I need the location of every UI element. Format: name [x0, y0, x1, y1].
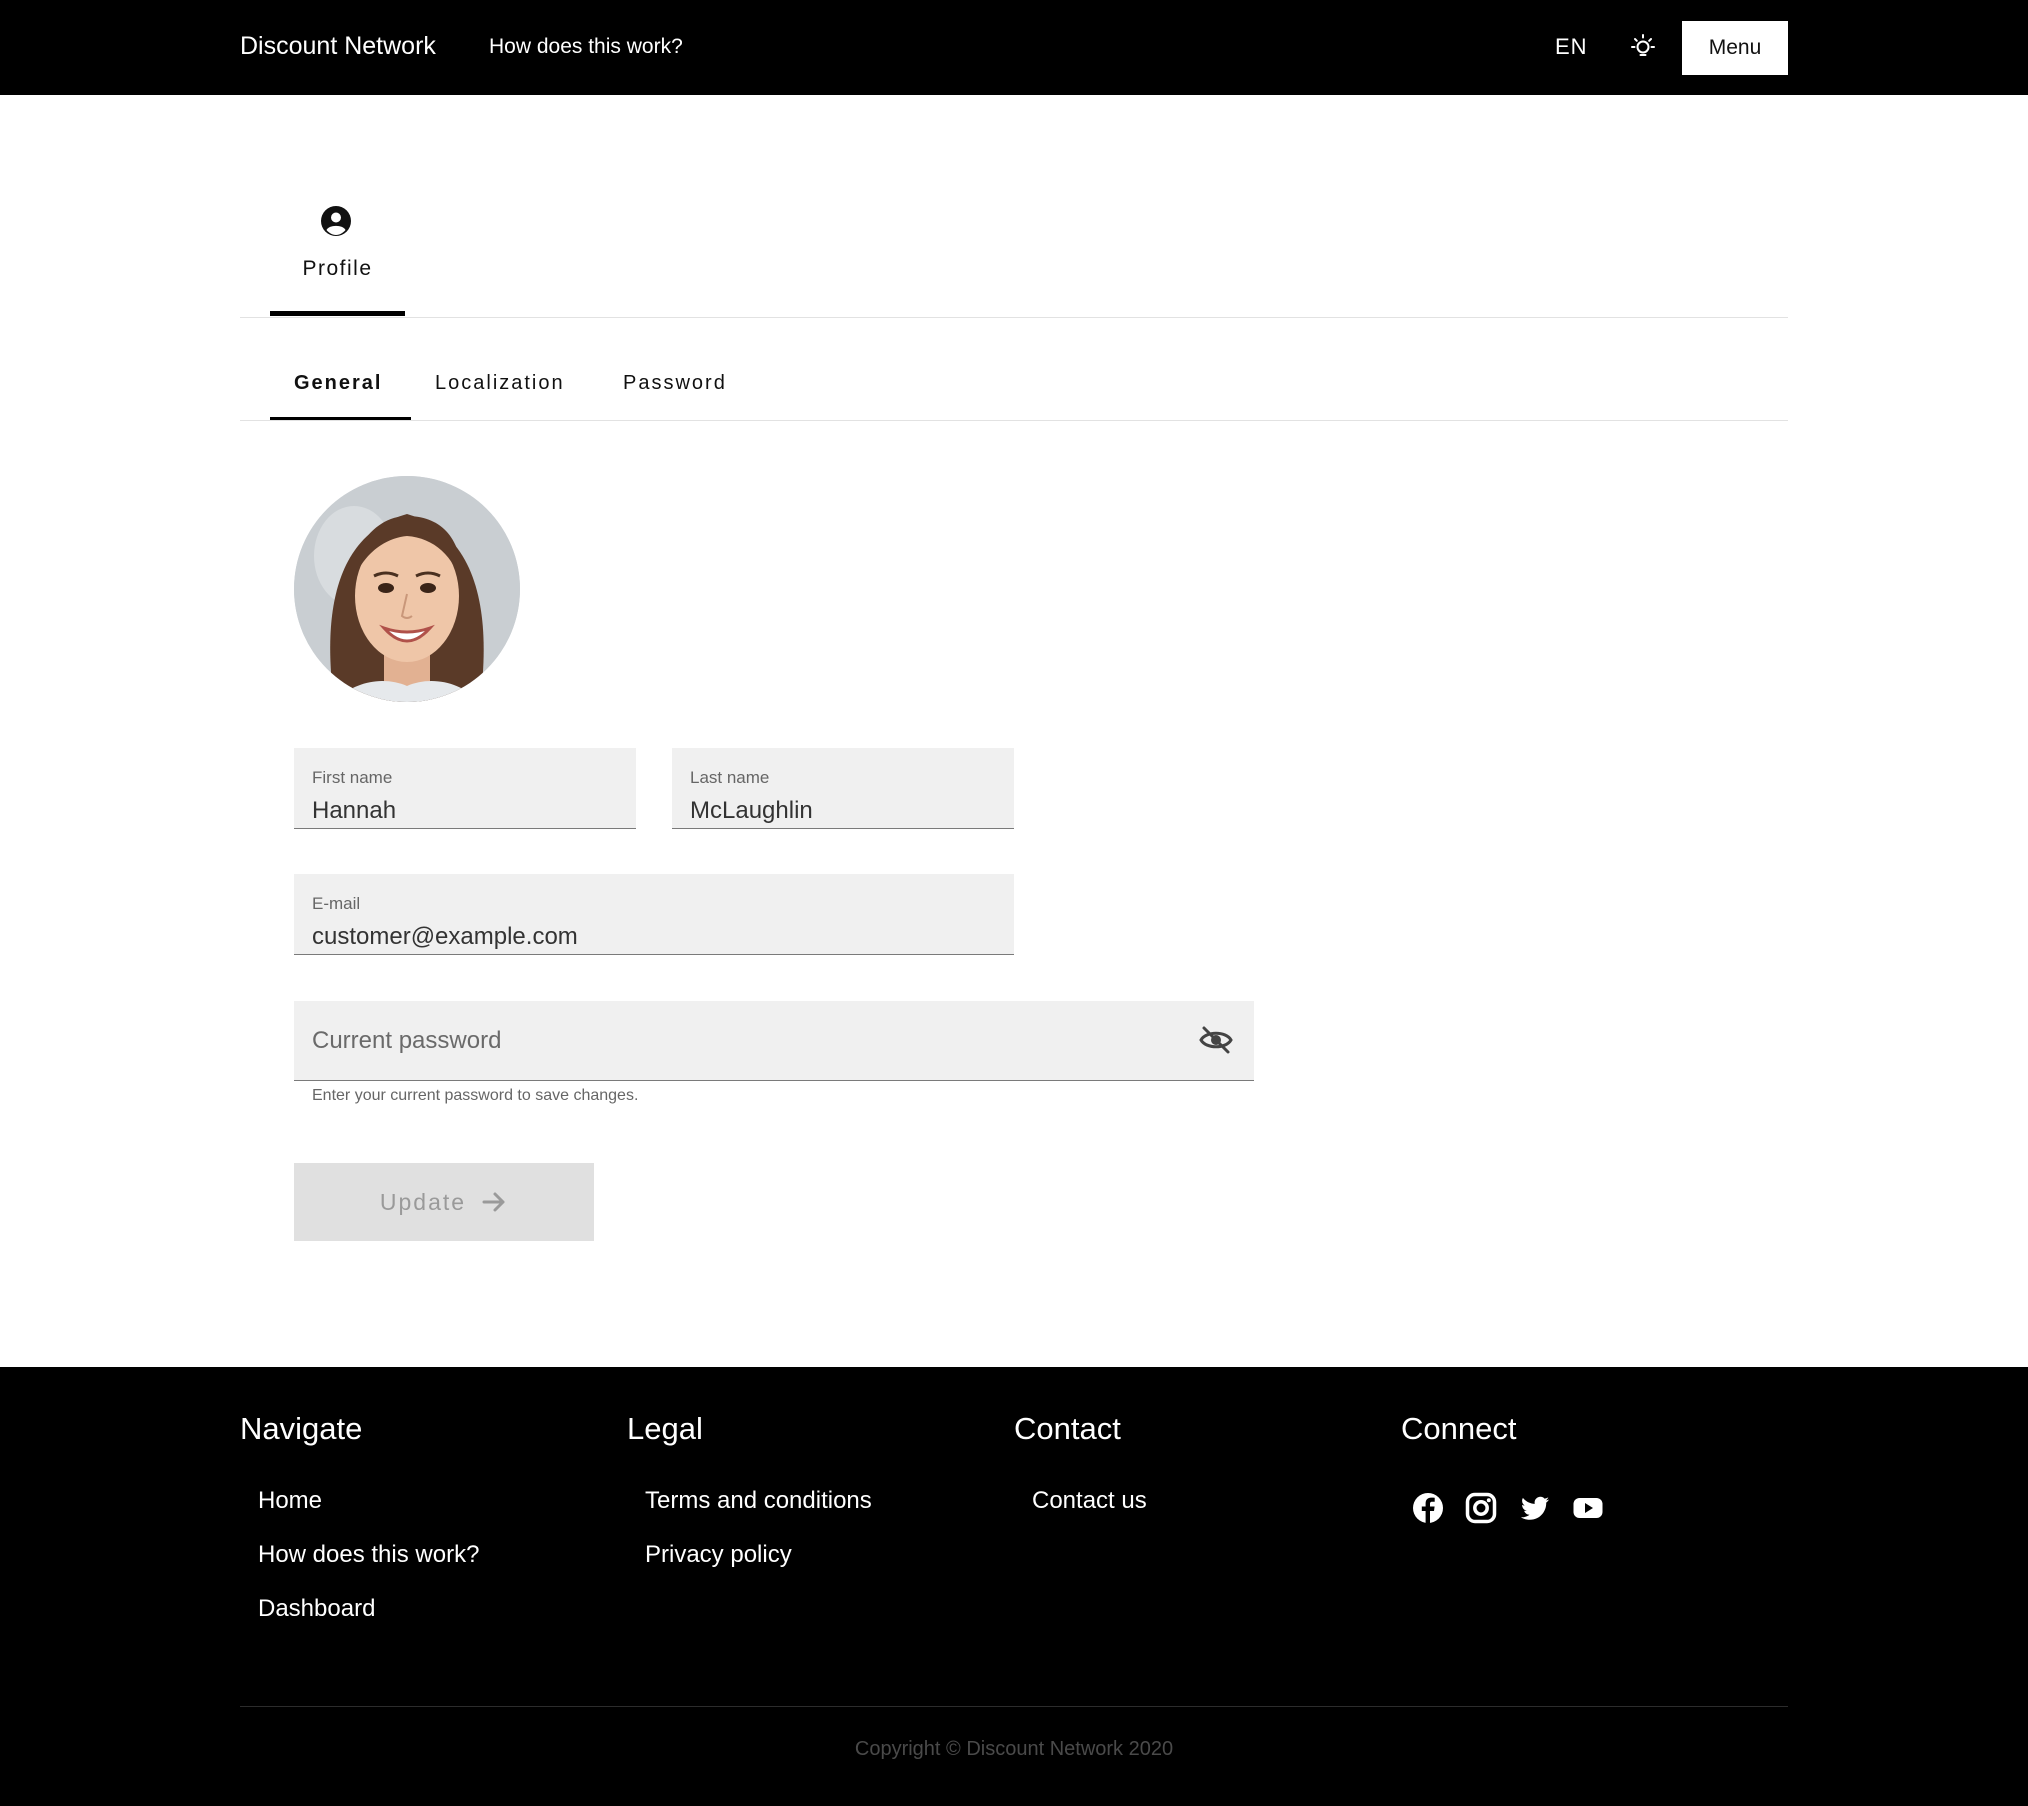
footer-contact-title: Contact: [1014, 1411, 1121, 1446]
tab-profile[interactable]: Profile: [270, 200, 405, 316]
last-name-label: Last name: [690, 768, 770, 787]
password-hint: Enter your current password to save chan…: [312, 1087, 639, 1104]
menu-button[interactable]: Menu: [1682, 21, 1788, 75]
footer: Navigate Home How does this work? Dashbo…: [0, 1367, 2028, 1806]
footer-navigate-title: Navigate: [240, 1411, 363, 1446]
tab-password[interactable]: Password: [623, 372, 727, 395]
divider: [240, 317, 1788, 318]
footer-divider: [240, 1706, 1788, 1707]
divider: [240, 420, 1788, 421]
brand-logo[interactable]: Discount Network: [240, 32, 436, 61]
first-name-value: Hannah: [312, 797, 397, 824]
footer-legal-title: Legal: [627, 1411, 703, 1446]
email-value: customer@example.com: [312, 923, 578, 950]
footer-link-how[interactable]: How does this work?: [258, 1541, 479, 1569]
avatar[interactable]: [294, 476, 520, 702]
update-button[interactable]: Update: [294, 1163, 594, 1241]
first-name-field[interactable]: First name Hannah: [294, 748, 636, 829]
footer-link-home[interactable]: Home: [258, 1487, 322, 1515]
current-password-field[interactable]: Current password: [294, 1001, 1254, 1081]
twitter-icon[interactable]: [1519, 1492, 1551, 1524]
eye-off-icon[interactable]: [1199, 1024, 1233, 1056]
tab-profile-label: Profile: [302, 257, 373, 280]
email-label: E-mail: [312, 894, 361, 913]
footer-link-contact[interactable]: Contact us: [1032, 1487, 1147, 1515]
email-field[interactable]: E-mail customer@example.com: [294, 874, 1014, 955]
youtube-icon[interactable]: [1572, 1492, 1604, 1524]
footer-link-privacy[interactable]: Privacy policy: [645, 1541, 792, 1569]
footer-connect-title: Connect: [1401, 1411, 1517, 1446]
how-it-works-link[interactable]: How does this work?: [489, 35, 683, 59]
lightbulb-icon[interactable]: [1628, 33, 1658, 63]
last-name-value: McLaughlin: [690, 797, 813, 824]
first-name-label: First name: [312, 768, 393, 787]
instagram-icon[interactable]: [1465, 1492, 1497, 1524]
tab-localization[interactable]: Localization: [435, 372, 565, 395]
footer-link-dashboard[interactable]: Dashboard: [258, 1595, 375, 1623]
active-tab-indicator: [270, 311, 405, 316]
top-navbar: Discount Network How does this work? EN …: [0, 0, 2028, 95]
account-circle-icon: [321, 206, 351, 236]
last-name-field[interactable]: Last name McLaughlin: [672, 748, 1014, 829]
update-button-label: Update: [379, 1188, 467, 1215]
facebook-icon[interactable]: [1412, 1492, 1444, 1524]
copyright-text: Copyright © Discount Network 2020: [854, 1738, 1174, 1760]
avatar-photo: [294, 476, 520, 702]
tab-general[interactable]: General: [294, 372, 382, 395]
current-password-placeholder: Current password: [312, 1027, 502, 1054]
language-switcher[interactable]: EN: [1555, 34, 1588, 60]
footer-link-terms[interactable]: Terms and conditions: [645, 1487, 872, 1515]
arrow-right-icon: [482, 1192, 505, 1212]
